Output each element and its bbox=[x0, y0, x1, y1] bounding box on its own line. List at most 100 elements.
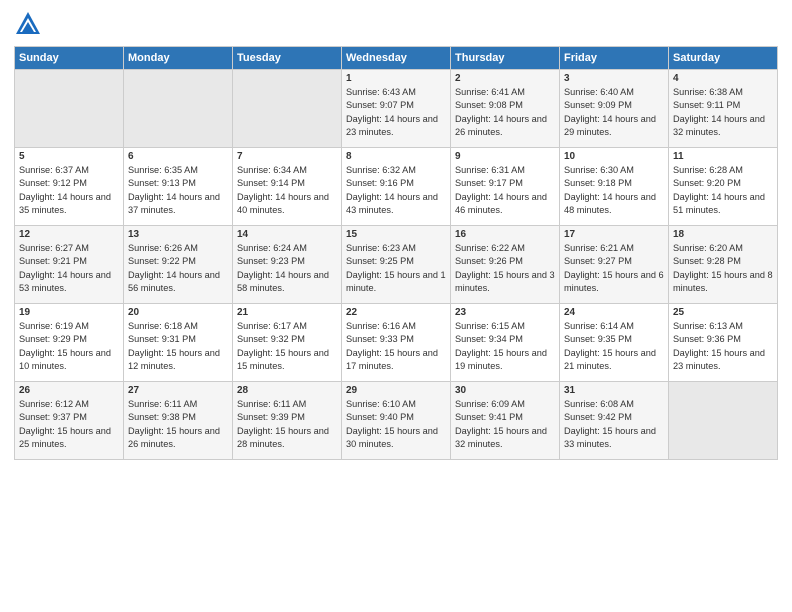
cell-info: Sunrise: 6:27 AMSunset: 9:21 PMDaylight:… bbox=[19, 242, 119, 295]
day-number: 21 bbox=[237, 307, 337, 318]
week-row-3: 12 Sunrise: 6:27 AMSunset: 9:21 PMDayligh… bbox=[15, 226, 778, 304]
cell-info: Sunrise: 6:28 AMSunset: 9:20 PMDaylight:… bbox=[673, 164, 773, 217]
calendar-cell: 17 Sunrise: 6:21 AMSunset: 9:27 PMDayligh… bbox=[560, 226, 669, 304]
calendar-cell: 20Sunrise: 6:18 AMSunset: 9:31 PMDayligh… bbox=[124, 304, 233, 382]
day-number: 10 bbox=[564, 151, 664, 162]
day-number: 8 bbox=[346, 151, 446, 162]
day-number: 9 bbox=[455, 151, 555, 162]
calendar-cell bbox=[124, 70, 233, 148]
calendar-cell: 10 Sunrise: 6:30 AMSunset: 9:18 PMDayligh… bbox=[560, 148, 669, 226]
calendar-cell: 6Sunrise: 6:35 AMSunset: 9:13 PMDaylight… bbox=[124, 148, 233, 226]
calendar-body: 1 Sunrise: 6:43 AMSunset: 9:07 PMDaylight… bbox=[15, 70, 778, 460]
calendar-cell: 4Sunrise: 6:38 AMSunset: 9:11 PMDaylight… bbox=[669, 70, 778, 148]
calendar-page: SundayMondayTuesdayWednesdayThursdayFrid… bbox=[0, 0, 792, 612]
cell-info: Sunrise: 6:43 AMSunset: 9:07 PMDaylight:… bbox=[346, 86, 446, 139]
cell-info: Sunrise: 6:22 AMSunset: 9:26 PMDaylight:… bbox=[455, 242, 555, 295]
day-number: 16 bbox=[455, 229, 555, 240]
calendar-cell: 21Sunrise: 6:17 AMSunset: 9:32 PMDayligh… bbox=[233, 304, 342, 382]
day-number: 25 bbox=[673, 307, 773, 318]
day-header-tuesday: Tuesday bbox=[233, 47, 342, 70]
day-number: 13 bbox=[128, 229, 228, 240]
calendar-cell: 28 Sunrise: 6:11 AMSunset: 9:39 PMDayligh… bbox=[233, 382, 342, 460]
day-header-saturday: Saturday bbox=[669, 47, 778, 70]
week-row-2: 5 Sunrise: 6:37 AMSunset: 9:12 PMDaylight… bbox=[15, 148, 778, 226]
calendar-cell bbox=[669, 382, 778, 460]
calendar-cell: 24Sunrise: 6:14 AMSunset: 9:35 PMDayligh… bbox=[560, 304, 669, 382]
logo-icon bbox=[14, 10, 42, 38]
calendar-cell: 31 Sunrise: 6:08 AMSunset: 9:42 PMDayligh… bbox=[560, 382, 669, 460]
day-number: 18 bbox=[673, 229, 773, 240]
week-row-1: 1 Sunrise: 6:43 AMSunset: 9:07 PMDaylight… bbox=[15, 70, 778, 148]
day-number: 19 bbox=[19, 307, 119, 318]
calendar-cell: 27 Sunrise: 6:11 AMSunset: 9:38 PMDayligh… bbox=[124, 382, 233, 460]
calendar-cell: 9 Sunrise: 6:31 AMSunset: 9:17 PMDaylight… bbox=[451, 148, 560, 226]
day-number: 15 bbox=[346, 229, 446, 240]
day-number: 12 bbox=[19, 229, 119, 240]
cell-info: Sunrise: 6:41 AMSunset: 9:08 PMDaylight:… bbox=[455, 86, 555, 139]
day-number: 31 bbox=[564, 385, 664, 396]
calendar-cell: 16 Sunrise: 6:22 AMSunset: 9:26 PMDayligh… bbox=[451, 226, 560, 304]
day-number: 3 bbox=[564, 73, 664, 84]
calendar-cell: 14 Sunrise: 6:24 AMSunset: 9:23 PMDayligh… bbox=[233, 226, 342, 304]
day-number: 1 bbox=[346, 73, 446, 84]
header-row: SundayMondayTuesdayWednesdayThursdayFrid… bbox=[15, 47, 778, 70]
week-row-4: 19 Sunrise: 6:19 AMSunset: 9:29 PMDayligh… bbox=[15, 304, 778, 382]
day-header-monday: Monday bbox=[124, 47, 233, 70]
cell-info: Sunrise: 6:32 AMSunset: 9:16 PMDaylight:… bbox=[346, 164, 446, 217]
calendar-cell: 30Sunrise: 6:09 AMSunset: 9:41 PMDayligh… bbox=[451, 382, 560, 460]
calendar-cell: 12 Sunrise: 6:27 AMSunset: 9:21 PMDayligh… bbox=[15, 226, 124, 304]
calendar-cell: 29 Sunrise: 6:10 AMSunset: 9:40 PMDayligh… bbox=[342, 382, 451, 460]
day-header-wednesday: Wednesday bbox=[342, 47, 451, 70]
calendar-table: SundayMondayTuesdayWednesdayThursdayFrid… bbox=[14, 46, 778, 460]
cell-info: Sunrise: 6:10 AMSunset: 9:40 PMDaylight:… bbox=[346, 398, 446, 451]
cell-info: Sunrise: 6:12 AMSunset: 9:37 PMDaylight:… bbox=[19, 398, 119, 451]
day-header-friday: Friday bbox=[560, 47, 669, 70]
calendar-cell bbox=[233, 70, 342, 148]
calendar-header: SundayMondayTuesdayWednesdayThursdayFrid… bbox=[15, 47, 778, 70]
calendar-cell: 26 Sunrise: 6:12 AMSunset: 9:37 PMDayligh… bbox=[15, 382, 124, 460]
cell-info: Sunrise: 6:30 AMSunset: 9:18 PMDaylight:… bbox=[564, 164, 664, 217]
cell-info: Sunrise: 6:16 AMSunset: 9:33 PMDaylight:… bbox=[346, 320, 446, 373]
calendar-cell bbox=[15, 70, 124, 148]
cell-info: Sunrise: 6:11 AMSunset: 9:39 PMDaylight:… bbox=[237, 398, 337, 451]
cell-info: Sunrise: 6:11 AMSunset: 9:38 PMDaylight:… bbox=[128, 398, 228, 451]
cell-info: Sunrise: 6:37 AMSunset: 9:12 PMDaylight:… bbox=[19, 164, 119, 217]
day-number: 28 bbox=[237, 385, 337, 396]
week-row-5: 26 Sunrise: 6:12 AMSunset: 9:37 PMDayligh… bbox=[15, 382, 778, 460]
cell-info: Sunrise: 6:40 AMSunset: 9:09 PMDaylight:… bbox=[564, 86, 664, 139]
cell-info: Sunrise: 6:18 AMSunset: 9:31 PMDaylight:… bbox=[128, 320, 228, 373]
day-number: 11 bbox=[673, 151, 773, 162]
calendar-cell: 3 Sunrise: 6:40 AMSunset: 9:09 PMDaylight… bbox=[560, 70, 669, 148]
calendar-cell: 22 Sunrise: 6:16 AMSunset: 9:33 PMDayligh… bbox=[342, 304, 451, 382]
cell-info: Sunrise: 6:15 AMSunset: 9:34 PMDaylight:… bbox=[455, 320, 555, 373]
cell-info: Sunrise: 6:38 AMSunset: 9:11 PMDaylight:… bbox=[673, 86, 773, 139]
cell-info: Sunrise: 6:14 AMSunset: 9:35 PMDaylight:… bbox=[564, 320, 664, 373]
day-number: 26 bbox=[19, 385, 119, 396]
cell-info: Sunrise: 6:08 AMSunset: 9:42 PMDaylight:… bbox=[564, 398, 664, 451]
cell-info: Sunrise: 6:13 AMSunset: 9:36 PMDaylight:… bbox=[673, 320, 773, 373]
calendar-cell: 23 Sunrise: 6:15 AMSunset: 9:34 PMDayligh… bbox=[451, 304, 560, 382]
day-number: 23 bbox=[455, 307, 555, 318]
cell-info: Sunrise: 6:24 AMSunset: 9:23 PMDaylight:… bbox=[237, 242, 337, 295]
cell-info: Sunrise: 6:23 AMSunset: 9:25 PMDaylight:… bbox=[346, 242, 446, 295]
day-number: 17 bbox=[564, 229, 664, 240]
logo bbox=[14, 10, 46, 38]
calendar-cell: 15 Sunrise: 6:23 AMSunset: 9:25 PMDayligh… bbox=[342, 226, 451, 304]
cell-info: Sunrise: 6:19 AMSunset: 9:29 PMDaylight:… bbox=[19, 320, 119, 373]
header bbox=[14, 10, 778, 38]
calendar-cell: 18 Sunrise: 6:20 AMSunset: 9:28 PMDayligh… bbox=[669, 226, 778, 304]
day-number: 30 bbox=[455, 385, 555, 396]
day-number: 29 bbox=[346, 385, 446, 396]
day-number: 5 bbox=[19, 151, 119, 162]
cell-info: Sunrise: 6:34 AMSunset: 9:14 PMDaylight:… bbox=[237, 164, 337, 217]
calendar-cell: 19 Sunrise: 6:19 AMSunset: 9:29 PMDayligh… bbox=[15, 304, 124, 382]
day-header-sunday: Sunday bbox=[15, 47, 124, 70]
day-number: 22 bbox=[346, 307, 446, 318]
day-number: 7 bbox=[237, 151, 337, 162]
cell-info: Sunrise: 6:20 AMSunset: 9:28 PMDaylight:… bbox=[673, 242, 773, 295]
cell-info: Sunrise: 6:21 AMSunset: 9:27 PMDaylight:… bbox=[564, 242, 664, 295]
day-number: 14 bbox=[237, 229, 337, 240]
day-number: 27 bbox=[128, 385, 228, 396]
cell-info: Sunrise: 6:31 AMSunset: 9:17 PMDaylight:… bbox=[455, 164, 555, 217]
calendar-cell: 8 Sunrise: 6:32 AMSunset: 9:16 PMDaylight… bbox=[342, 148, 451, 226]
